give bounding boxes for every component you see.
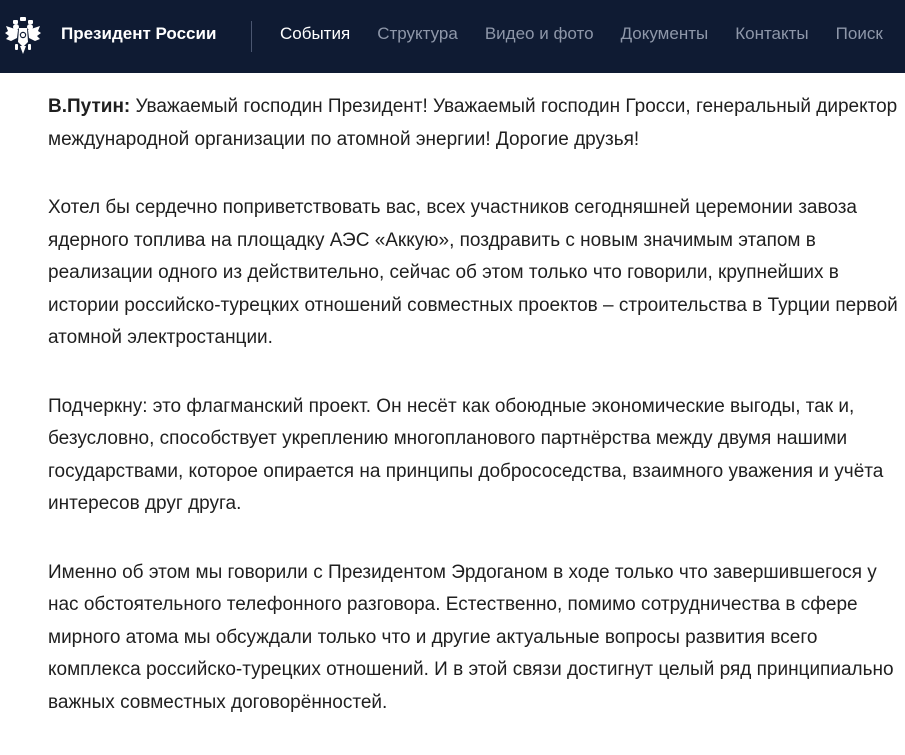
article-body: В.Путин: Уважаемый господин Президент! У… — [48, 91, 898, 755]
nav-item-structure[interactable]: Структура — [377, 24, 458, 44]
nav-item-video-photo[interactable]: Видео и фото — [485, 24, 594, 44]
paragraph-text: Уважаемый господин Президент! Уважаемый … — [48, 96, 898, 150]
header-divider — [251, 21, 252, 52]
site-title-link[interactable]: Президент России — [61, 24, 216, 44]
article-paragraph: Именно об этом мы говорили с Президентом… — [48, 561, 894, 713]
nav-item-events[interactable]: События — [280, 24, 350, 44]
top-navigation-bar: Президент России События Структура Видео… — [0, 0, 905, 73]
main-nav: События Структура Видео и фото Документы… — [280, 24, 905, 44]
double-headed-eagle-icon[interactable] — [4, 16, 42, 56]
nav-item-search[interactable]: Поиск — [836, 24, 883, 44]
article-paragraph: Подчеркну: это флагманский проект. Он не… — [48, 395, 884, 515]
speaker-name: В.Путин: — [48, 96, 131, 117]
nav-item-contacts[interactable]: Контакты — [735, 24, 808, 44]
article-paragraph: В.Путин: Уважаемый господин Президент! У… — [48, 91, 898, 156]
nav-item-documents[interactable]: Документы — [621, 24, 709, 44]
article-paragraph: Хотел бы сердечно поприветствовать вас, … — [48, 197, 898, 348]
